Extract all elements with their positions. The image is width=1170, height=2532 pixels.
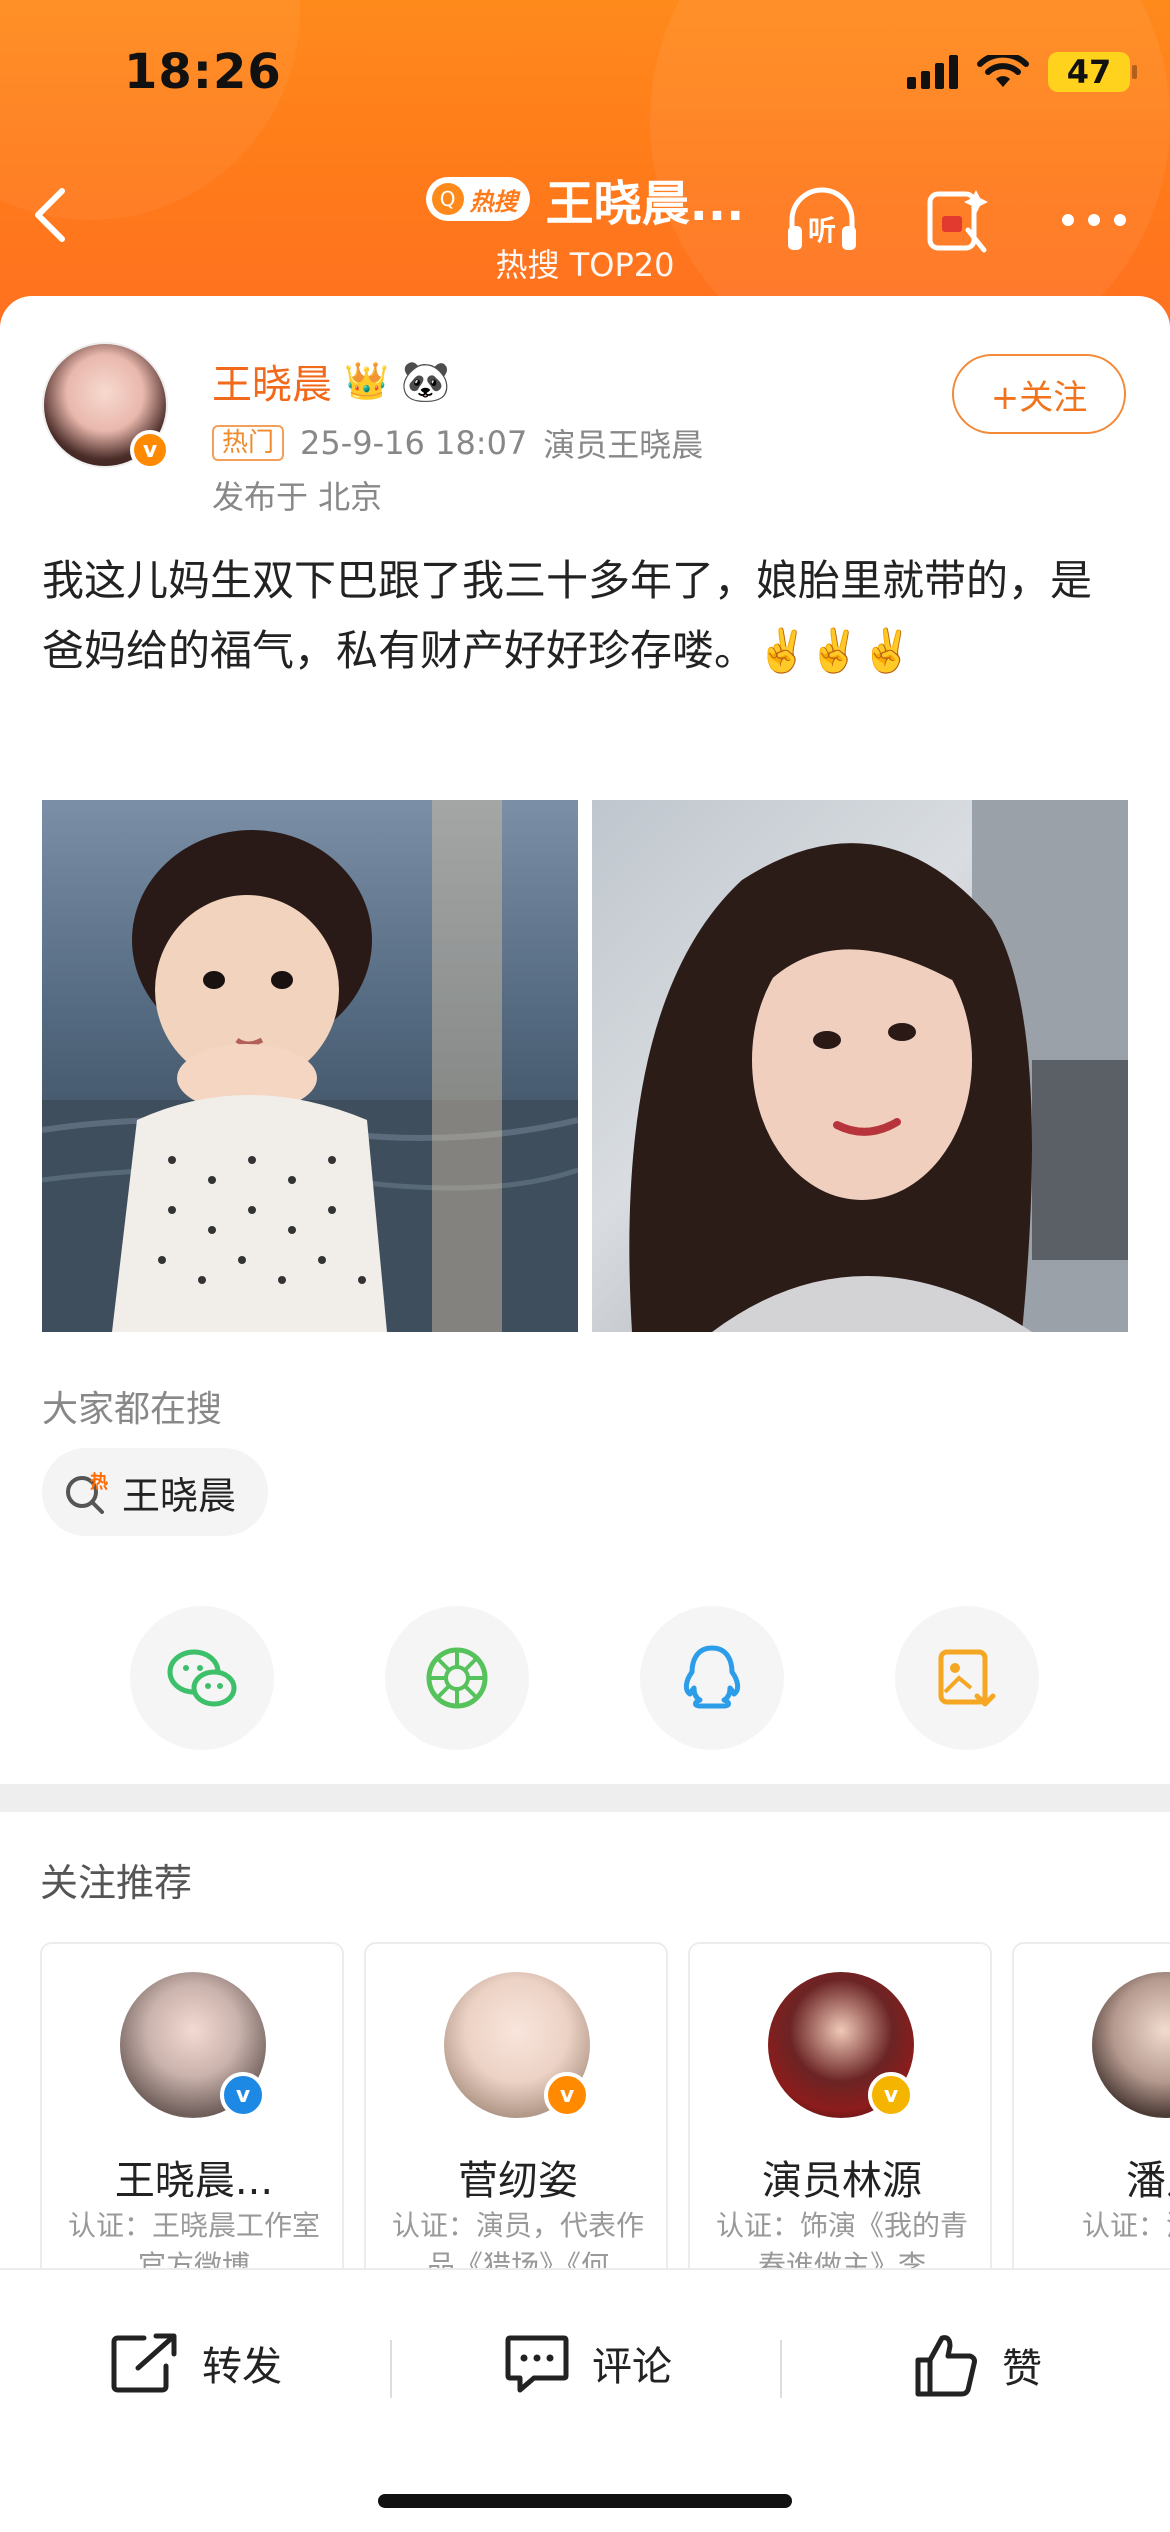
signal-icon: [907, 55, 958, 89]
header: 18:26 47 Q 热搜 王晓晨... 热搜 TOP20 听: [0, 0, 1170, 330]
share-moments-button[interactable]: [385, 1606, 529, 1750]
share-row: [0, 1606, 1170, 1752]
share-wechat-button[interactable]: [130, 1606, 274, 1750]
post-datetime: 25-9-16 18:07: [300, 424, 528, 462]
search-icon: Q: [431, 183, 464, 215]
author-name: 王晓晨: [212, 362, 332, 408]
recommend-name: 潘之: [1126, 2158, 1170, 2204]
author-name-row[interactable]: 王晓晨 👑 🐼: [212, 352, 451, 410]
recommend-avatar: v: [120, 1972, 266, 2118]
red-packet-button[interactable]: [918, 180, 998, 260]
save-image-button[interactable]: [895, 1606, 1039, 1750]
qq-icon: [683, 1645, 741, 1709]
listen-button[interactable]: 听: [782, 180, 862, 260]
post-location: 发布于 北京: [212, 478, 383, 516]
recommend-card[interactable]: v 演员林源 认证：饰演《我的青春谁做主》李: [688, 1942, 992, 2272]
post-image-1[interactable]: [42, 800, 578, 1332]
verified-badge: v: [868, 2072, 914, 2118]
wechat-icon: [167, 1649, 237, 1707]
more-icon: [1062, 214, 1126, 226]
recommend-name: 演员林源: [762, 2158, 922, 2204]
status-time: 18:26: [124, 44, 282, 100]
page-title: 王晓晨...: [545, 176, 745, 232]
wifi-icon: [977, 55, 1029, 87]
recommend-title: 关注推荐: [40, 1861, 193, 1905]
action-divider: [780, 2340, 782, 2398]
repost-icon: [111, 2333, 177, 2393]
action-divider: [390, 2340, 392, 2398]
svg-text:热: 热: [90, 1471, 108, 1493]
recommend-card[interactable]: v 菅纫姿 认证：演员，代表作品《猎场》《何: [364, 1942, 668, 2272]
hot-search-badge: Q 热搜: [425, 177, 530, 221]
trending-search-text: 王晓晨: [122, 1473, 237, 1518]
post-meta: 热门 25-9-16 18:07 演员王晓晨: [212, 420, 703, 466]
comment-icon: [505, 2335, 569, 2393]
repost-label: 转发: [202, 2344, 282, 2390]
trending-search-label: 大家都在搜: [42, 1389, 223, 1430]
post-image-2[interactable]: [592, 800, 1128, 1332]
follow-button[interactable]: +关注: [952, 354, 1126, 434]
recommend-name: 菅纫姿: [458, 2158, 578, 2204]
verified-badge: v: [544, 2072, 590, 2118]
author-avatar[interactable]: v: [42, 342, 170, 470]
verified-badge: v: [130, 430, 170, 470]
recommend-card[interactable]: v 王晓晨... 认证：王晓晨工作室官方微博: [40, 1942, 344, 2272]
hot-tag: 热门: [212, 425, 285, 461]
comment-label: 评论: [592, 2344, 672, 2390]
recommend-avatar: v: [444, 1972, 590, 2118]
headphones-icon: 听: [788, 187, 856, 250]
repost-button[interactable]: 转发: [110, 2332, 282, 2394]
verified-badge: v: [220, 2072, 266, 2118]
post-card: v 王晓晨 👑 🐼 热门 25-9-16 18:07 演员王晓晨 发布于 北京 …: [0, 296, 1170, 1786]
red-packet-icon: [927, 190, 988, 253]
nav-actions: 听: [782, 180, 1134, 260]
recommend-name: 王晓晨...: [114, 2158, 274, 2204]
recommend-desc: 认证：演员，代表作品《猎场》《何: [391, 2209, 644, 2272]
panda-icon: 🐼: [400, 358, 451, 405]
like-label: 赞: [1002, 2346, 1042, 2392]
moments-icon: [426, 1647, 488, 1709]
share-qq-button[interactable]: [640, 1606, 784, 1750]
like-button[interactable]: 赞: [914, 2332, 1042, 2398]
recommend-desc: 认证：王晓晨工作室官方微博: [67, 2209, 320, 2272]
home-indicator: [378, 2494, 792, 2508]
svg-text:听: 听: [808, 214, 836, 247]
child-photo: [42, 800, 578, 1332]
trending-search-chip[interactable]: 热 王晓晨: [42, 1448, 269, 1536]
post-source: 演员王晓晨: [543, 426, 704, 464]
bottom-action-bar: 转发 评论 赞: [0, 2268, 1170, 2532]
crown-icon: 👑: [344, 361, 389, 402]
recommend-avatar: [1092, 1972, 1170, 2118]
selfie-photo: [629, 800, 1128, 1332]
status-icons: 47: [907, 52, 1137, 92]
recommend-desc: 认证：饰演《我的青春谁做主》李: [715, 2209, 968, 2272]
section-divider: [0, 1784, 1170, 1812]
thumbs-up-icon: [915, 2335, 977, 2397]
battery-icon: 47: [1048, 52, 1137, 92]
recommend-avatar: v: [768, 1972, 914, 2118]
more-button[interactable]: [1054, 180, 1134, 260]
save-image-icon: [938, 1649, 996, 1707]
recommend-card[interactable]: 潘之 认证：潘之琳: [1012, 1942, 1170, 2272]
recommend-desc: 认证：潘之琳: [1081, 2209, 1170, 2242]
comment-button[interactable]: 评论: [504, 2332, 672, 2394]
recommend-list: v 王晓晨... 认证：王晓晨工作室官方微博 v 菅纫姿 认证：演员，代表作品《…: [40, 1942, 1170, 2272]
post-text: 我这儿妈生双下巴跟了我三十多年了，娘胎里就带的，是爸妈给的福气，私有财产好好珍存…: [42, 556, 1093, 675]
hot-search-icon: 热: [66, 1471, 108, 1514]
